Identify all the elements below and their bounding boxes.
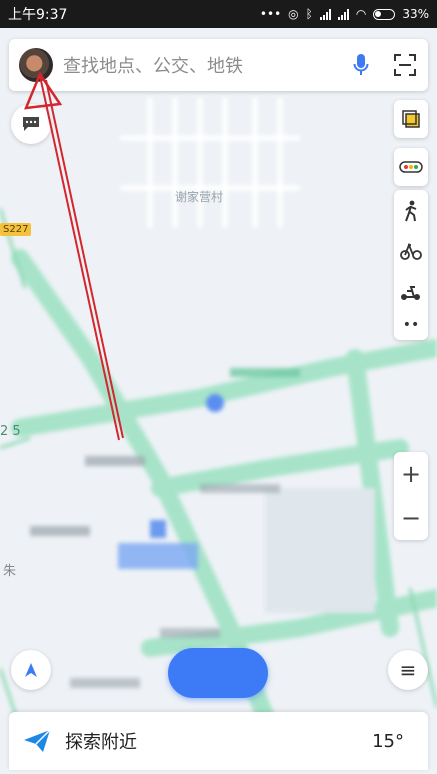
layers-icon (402, 110, 420, 128)
status-time: 上午9:37 (8, 7, 68, 23)
zoom-in-icon[interactable]: + (394, 452, 428, 496)
wifi-icon: ◠ (355, 7, 367, 21)
village-label: 谢家营村 (175, 190, 224, 204)
bike-icon[interactable] (400, 241, 422, 261)
zoom-out-icon[interactable]: − (394, 496, 428, 540)
explore-panel[interactable]: 探索附近 15° (9, 712, 428, 770)
traffic-icon (399, 161, 423, 173)
scan-icon[interactable] (392, 52, 418, 78)
menu-button[interactable]: ≡ (388, 650, 428, 690)
signal-2-icon (337, 8, 349, 20)
signal-icon (319, 8, 331, 20)
chat-icon (23, 117, 39, 131)
mic-icon[interactable] (348, 52, 374, 78)
traffic-button[interactable] (394, 148, 428, 186)
status-bar: 上午9:37 ••• ◎ ᛒ ◠ 33% (0, 0, 437, 28)
alarm-icon: ◎ (288, 7, 299, 21)
layers-button[interactable] (394, 100, 428, 138)
zoom-controls: + − (394, 452, 428, 540)
more-icon[interactable]: •• (403, 318, 420, 332)
search-bar[interactable]: 查找地点、公交、地铁 (9, 39, 428, 91)
explore-nearby-label: 探索附近 (65, 732, 137, 753)
menu-icon: ≡ (399, 658, 417, 682)
battery-percent: 33% (402, 7, 429, 21)
battery-icon (373, 8, 396, 20)
route-button[interactable] (168, 648, 268, 698)
temperature-label: 15° (372, 730, 404, 752)
road-label-left: 2 5 (0, 424, 21, 439)
message-button[interactable] (11, 104, 51, 144)
road-badge: S227 (0, 223, 32, 236)
bluetooth-icon: ᛒ (305, 7, 313, 21)
mode-panel: •• (394, 190, 428, 340)
avatar[interactable] (19, 48, 53, 82)
walk-icon[interactable] (402, 200, 420, 222)
scooter-icon[interactable] (400, 281, 422, 301)
locate-icon (25, 663, 37, 677)
place-label-zhu: 朱 (3, 564, 17, 579)
paper-plane-icon (24, 729, 51, 752)
locate-button[interactable] (11, 650, 51, 690)
search-input[interactable]: 查找地点、公交、地铁 (63, 52, 330, 78)
more-dots-icon: ••• (259, 7, 282, 21)
